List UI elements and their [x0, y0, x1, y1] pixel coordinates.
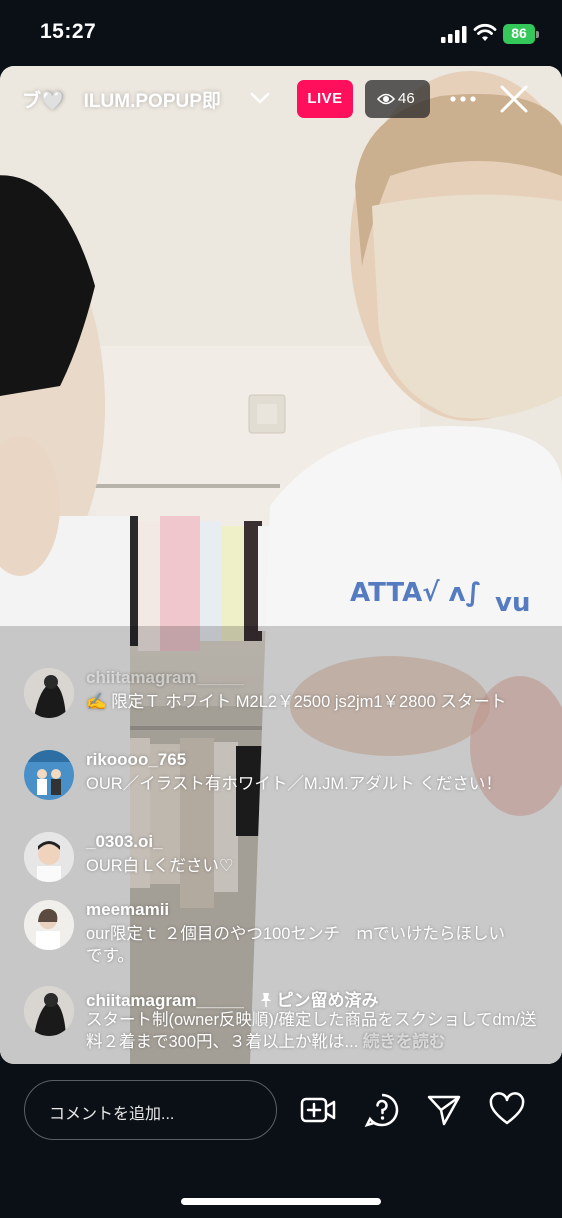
comment-username[interactable]: meemamii — [86, 900, 169, 920]
comment-username-line: chiitamagram_____ ピン留め済み — [86, 986, 379, 1011]
status-bar: 15:27 86 — [0, 0, 562, 66]
comment-text: OUR／イラスト有ホワイト／M.JM.アダルト ください！ — [86, 775, 502, 793]
video-scene: ATTA√ ʌ∫ vu — [0, 66, 562, 1064]
avatar[interactable] — [24, 750, 74, 800]
comment-text: ✍️ 限定Ｔ ホワイト M2L2￥2500 js2jm1￥2800 スタート — [86, 693, 507, 711]
read-more-link[interactable]: 続きを読む — [363, 1033, 446, 1051]
comment-username[interactable]: chiitamagram_____ — [86, 668, 244, 688]
more-icon[interactable] — [449, 89, 477, 109]
svg-text:ATTA√ ʌ∫: ATTA√ ʌ∫ — [350, 578, 481, 608]
send-icon[interactable] — [426, 1092, 462, 1128]
live-header: ブ🤍 ILUM.POPUP即 LIVE 46 — [0, 66, 562, 136]
live-video[interactable]: ATTA√ ʌ∫ vu — [0, 66, 562, 1064]
wifi-icon — [473, 23, 497, 41]
comment-input[interactable]: コメントを追加... — [24, 1080, 277, 1140]
avatar[interactable] — [24, 832, 74, 882]
comment-username[interactable]: chiitamagram_____ — [86, 991, 244, 1010]
comment-text: スタート制(owner反映順)/確定した商品をスクショしてdm/送料２着まで30… — [86, 1011, 537, 1051]
home-indicator[interactable] — [181, 1198, 381, 1205]
pinned-label: ピン留め済み — [276, 991, 379, 1010]
viewer-count: 46 — [398, 90, 415, 107]
status-time: 15:27 — [40, 20, 97, 43]
heart-icon[interactable] — [489, 1092, 525, 1128]
chevron-down-icon[interactable] — [249, 90, 271, 106]
comment-placeholder: コメントを追加... — [49, 1106, 175, 1123]
comment-text: our限定ｔ ２個目のやつ100センチ ｍでいけたらほしいです。 — [86, 925, 505, 965]
question-icon[interactable] — [364, 1092, 400, 1128]
svg-text:vu: vu — [495, 588, 530, 618]
cellular-signal-icon — [441, 26, 467, 43]
eye-icon — [377, 93, 395, 105]
comment-username[interactable]: _0303.oi_ — [86, 832, 163, 852]
battery-icon: 86 — [503, 24, 541, 44]
add-video-icon[interactable] — [300, 1092, 336, 1128]
avatar[interactable] — [24, 668, 74, 718]
live-badge: LIVE — [297, 80, 353, 118]
pinned-label-group: ピン留め済み — [259, 991, 379, 1010]
comment-text-block: スタート制(owner反映順)/確定した商品をスクショしてdm/送料２着まで30… — [86, 1009, 546, 1053]
avatar[interactable] — [24, 900, 74, 950]
avatar[interactable] — [24, 986, 74, 1036]
comment-text: OUR白 Lください♡ — [86, 857, 234, 875]
account-title[interactable]: ブ🤍 ILUM.POPUP即 — [22, 86, 221, 113]
pin-icon — [260, 993, 271, 1007]
viewer-count-badge[interactable]: 46 — [365, 80, 430, 118]
close-icon[interactable] — [499, 84, 529, 114]
battery-level: 86 — [511, 25, 527, 41]
comment-username[interactable]: rikoooo_765 — [86, 750, 186, 770]
